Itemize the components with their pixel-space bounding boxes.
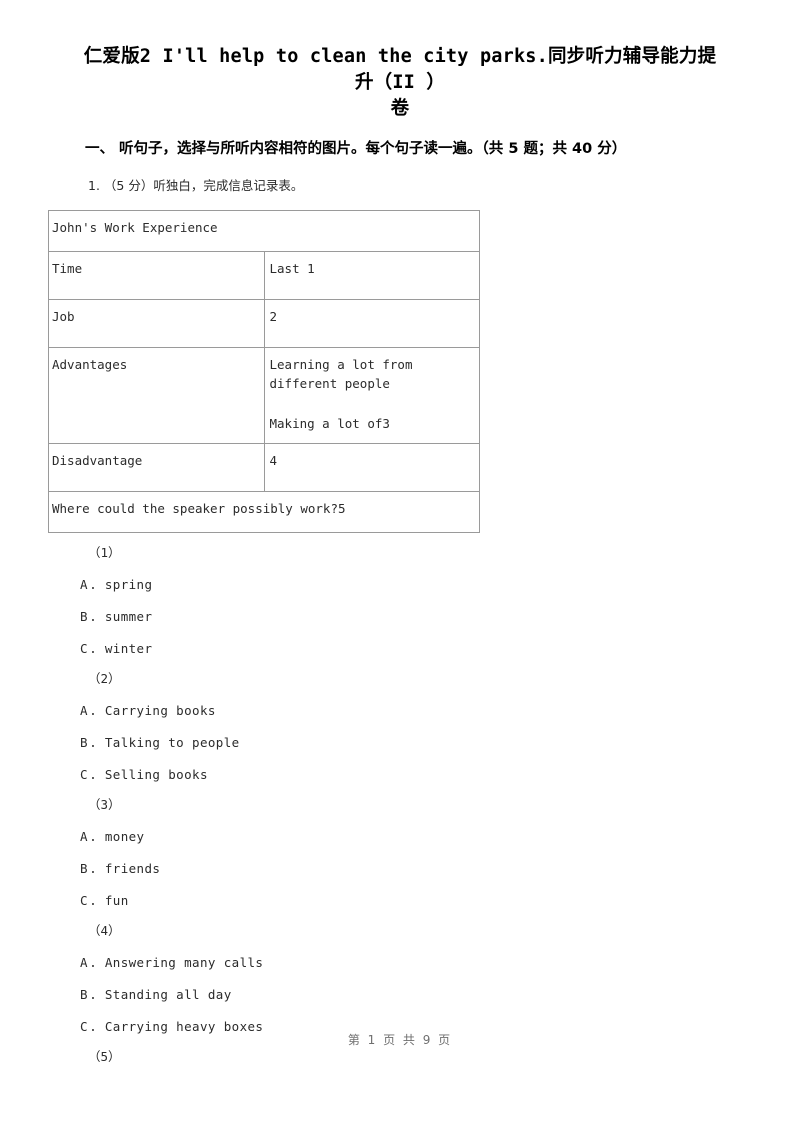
option-letter: C: [80, 893, 88, 908]
sub-question-number-1: （1）: [88, 545, 121, 560]
option-letter: A: [80, 955, 88, 970]
option-letter: B: [80, 735, 88, 750]
option-1-a[interactable]: A ． spring: [0, 561, 800, 593]
section-heading: 一、 听句子，选择与所听内容相符的图片。每个句子读一遍。（共 5 题；共 40 …: [85, 141, 627, 157]
advantage-line-1: Learning a lot from different people: [269, 357, 413, 391]
table-cell-label: Advantages: [48, 347, 265, 444]
option-text: Talking to people: [104, 735, 240, 750]
option-letter: B: [80, 609, 88, 624]
option-4-a[interactable]: A ． Answering many calls: [0, 939, 800, 971]
page-title-line-2: 卷: [390, 98, 410, 119]
sub-question-number-2: （2）: [88, 671, 121, 686]
option-text: spring: [104, 577, 153, 592]
table-cell-value: Last 1: [263, 251, 480, 300]
option-2-b[interactable]: B ． Talking to people: [0, 719, 800, 751]
page-title-line-1: 仁爱版2 I'll help to clean the city parks.同…: [83, 46, 717, 93]
option-separator: ．: [89, 893, 103, 908]
option-separator: ．: [89, 609, 103, 624]
option-3-a[interactable]: A ． money: [0, 813, 800, 845]
work-experience-table: John's Work Experience Time Last 1 Job 2…: [48, 210, 480, 533]
table-row: Advantages Learning a lot from different…: [48, 347, 480, 444]
option-separator: ．: [89, 829, 103, 844]
option-1-b[interactable]: B ． summer: [0, 593, 800, 625]
option-text: money: [104, 829, 145, 844]
option-4-b[interactable]: B ． Standing all day: [0, 971, 800, 1003]
table-cell-value: 4: [263, 443, 480, 492]
info-table-wrapper: John's Work Experience Time Last 1 Job 2…: [0, 196, 800, 533]
option-text: winter: [104, 641, 153, 656]
table-row: Job 2: [48, 299, 480, 348]
option-separator: ．: [89, 735, 103, 750]
option-2-a[interactable]: A ． Carrying books: [0, 687, 800, 719]
table-row: John's Work Experience: [48, 210, 480, 252]
option-separator: ．: [89, 987, 103, 1002]
option-letter: A: [80, 577, 88, 592]
table-row: Where could the speaker possibly work?5: [48, 491, 480, 533]
table-header-cell: John's Work Experience: [48, 210, 480, 252]
table-cell-label: Disadvantage: [48, 443, 265, 492]
option-letter: C: [80, 767, 88, 782]
table-cell-label: Time: [48, 251, 265, 300]
option-1-c[interactable]: C ． winter: [0, 625, 800, 657]
option-letter: B: [80, 861, 88, 876]
sub-question-number-4: （4）: [88, 923, 121, 938]
sub-question-number-3: （3）: [88, 797, 121, 812]
option-separator: ．: [89, 861, 103, 876]
option-separator: ．: [89, 955, 103, 970]
document-page: 仁爱版2 I'll help to clean the city parks.同…: [0, 0, 800, 1132]
table-row: Time Last 1: [48, 251, 480, 300]
option-text: Standing all day: [104, 987, 232, 1002]
option-3-b[interactable]: B ． friends: [0, 845, 800, 877]
option-separator: ．: [89, 767, 103, 782]
option-text: summer: [104, 609, 153, 624]
page-footer: 第 1 页 共 9 页: [347, 1033, 453, 1047]
option-letter: A: [80, 829, 88, 844]
option-separator: ．: [89, 577, 103, 592]
table-cell-label: Job: [48, 299, 265, 348]
question-stem: 1. （5 分）听独白，完成信息记录表。: [88, 178, 304, 193]
option-letter: A: [80, 703, 88, 718]
option-text: friends: [104, 861, 161, 876]
advantage-line-2: Making a lot of3: [269, 416, 390, 431]
page-title: 仁爱版2 I'll help to clean the city parks.同…: [0, 0, 800, 122]
table-span-cell: Where could the speaker possibly work?5: [48, 491, 480, 533]
option-separator: ．: [89, 641, 103, 656]
option-text: Answering many calls: [104, 955, 264, 970]
option-separator: ．: [89, 703, 103, 718]
option-text: fun: [104, 893, 129, 908]
table-row: Disadvantage 4: [48, 443, 480, 492]
option-text: Selling books: [104, 767, 208, 782]
option-2-c[interactable]: C ． Selling books: [0, 751, 800, 783]
option-letter: C: [80, 641, 88, 656]
table-cell-value: Learning a lot from different people Mak…: [263, 347, 480, 444]
option-text: Carrying books: [104, 703, 216, 718]
table-cell-value: 2: [263, 299, 480, 348]
option-letter: B: [80, 987, 88, 1002]
option-3-c[interactable]: C ． fun: [0, 877, 800, 909]
